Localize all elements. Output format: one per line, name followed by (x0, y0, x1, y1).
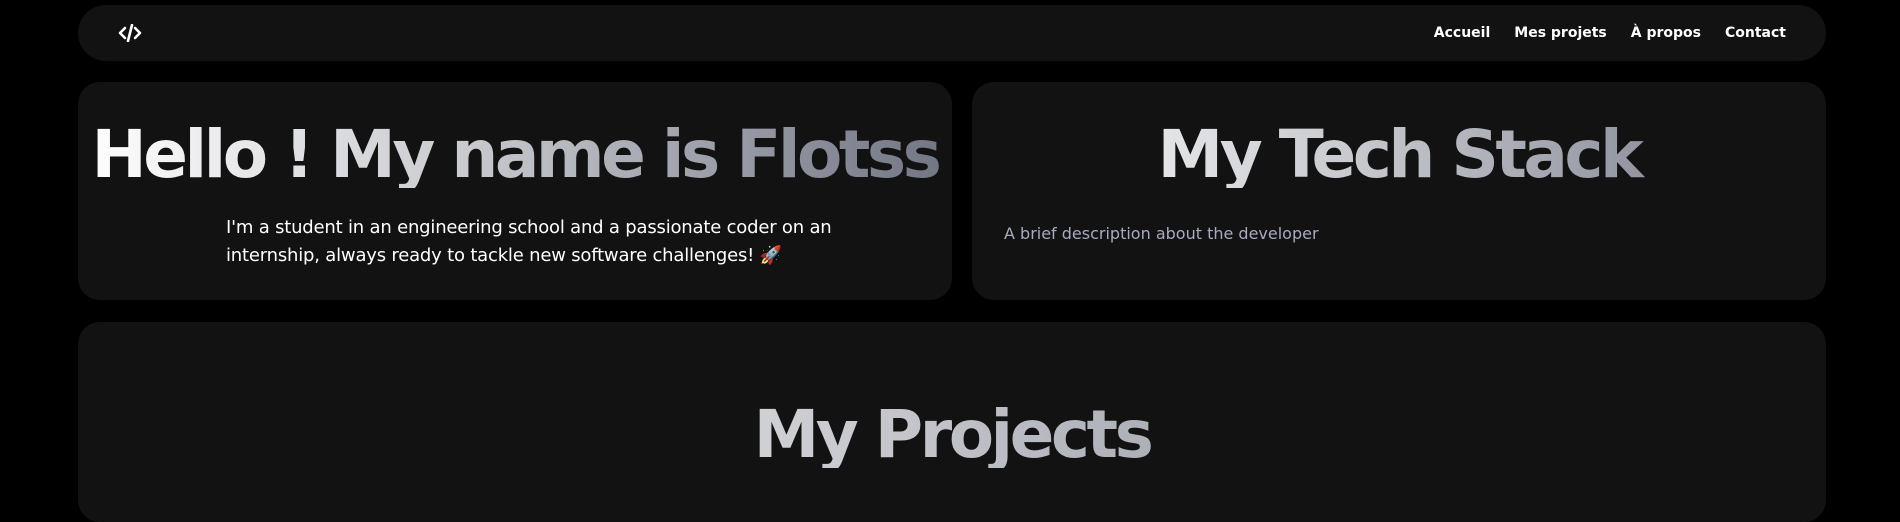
nav-link-mes-projets[interactable]: Mes projets (1514, 25, 1607, 41)
nav-link-accueil[interactable]: Accueil (1434, 25, 1491, 41)
nav-link-a-propos[interactable]: À propos (1631, 25, 1701, 41)
hero-title: Hello ! My name is Flotss (78, 122, 952, 188)
tech-stack-description: A brief description about the developer (1004, 224, 1319, 243)
projects-card: My Projects (78, 322, 1826, 522)
code-icon (118, 24, 142, 42)
nav-link-contact[interactable]: Contact (1725, 25, 1786, 41)
tech-stack-title: My Tech Stack (972, 122, 1826, 188)
tech-stack-card: My Tech Stack A brief description about … (972, 82, 1826, 300)
projects-title: My Projects (78, 402, 1826, 468)
hero-description: I'm a student in an engineering school a… (226, 217, 832, 266)
hero-card: Hello ! My name is Flotss I'm a student … (78, 82, 952, 300)
nav-links: Accueil Mes projets À propos Contact (1434, 5, 1786, 61)
navbar: Accueil Mes projets À propos Contact (78, 5, 1826, 61)
logo[interactable] (118, 5, 142, 61)
